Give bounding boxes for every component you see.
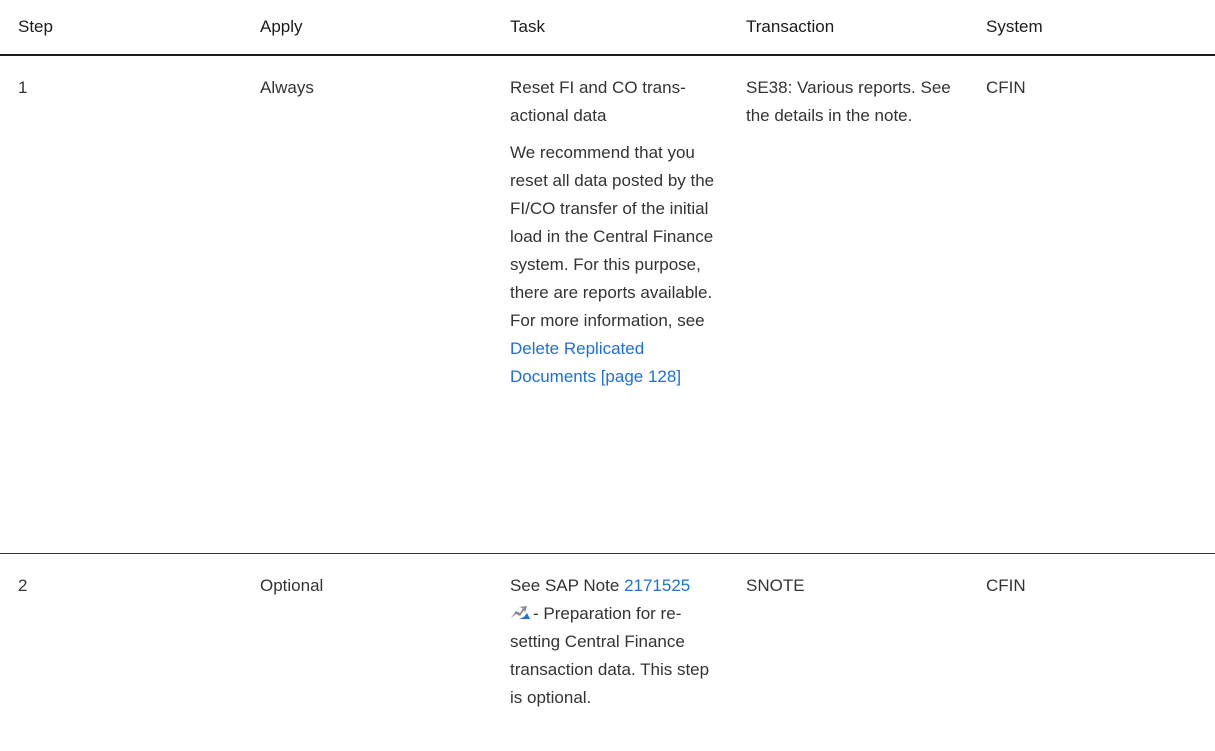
table-row: 1 Always Reset FI and CO trans­actional … bbox=[0, 56, 1215, 554]
apply-value: Always bbox=[260, 78, 314, 97]
table-row: 2 Optional See SAP Note 2171525 - Prepar… bbox=[0, 554, 1215, 751]
transaction-value: SE38: Various reports. See the details i… bbox=[746, 78, 951, 125]
header-task: Task bbox=[510, 17, 545, 36]
external-link-icon[interactable] bbox=[510, 605, 532, 621]
task-suffix: - Preparation for re­setting Central Fin… bbox=[510, 604, 710, 707]
header-apply: Apply bbox=[260, 17, 303, 36]
apply-value: Optional bbox=[260, 576, 324, 595]
task-cell: See SAP Note 2171525 - Preparation for r… bbox=[510, 572, 715, 712]
header-step: Step bbox=[18, 17, 53, 36]
header-system: System bbox=[986, 17, 1043, 36]
delete-replicated-documents-link[interactable]: Delete Replicated Documents [page 128] bbox=[510, 339, 681, 386]
task-body: We recommend that you reset all data pos… bbox=[510, 143, 715, 330]
step-number: 1 bbox=[18, 78, 28, 97]
header-transaction: Transaction bbox=[746, 17, 835, 36]
table-header-row: Step Apply Task Transaction System bbox=[0, 0, 1215, 56]
transaction-value: SNOTE bbox=[746, 576, 805, 595]
step-number: 2 bbox=[18, 576, 28, 595]
sap-note-link[interactable]: 2171525 bbox=[624, 576, 690, 595]
task-prefix: See SAP Note bbox=[510, 576, 620, 595]
system-value: CFIN bbox=[986, 576, 1026, 595]
system-value: CFIN bbox=[986, 78, 1026, 97]
task-title: Reset FI and CO trans­actional data bbox=[510, 78, 686, 125]
task-description: We recommend that you reset all data pos… bbox=[510, 139, 715, 391]
task-cell: Reset FI and CO trans­actional data We r… bbox=[510, 74, 715, 391]
steps-table: Step Apply Task Transaction System 1 Alw… bbox=[0, 0, 1215, 751]
